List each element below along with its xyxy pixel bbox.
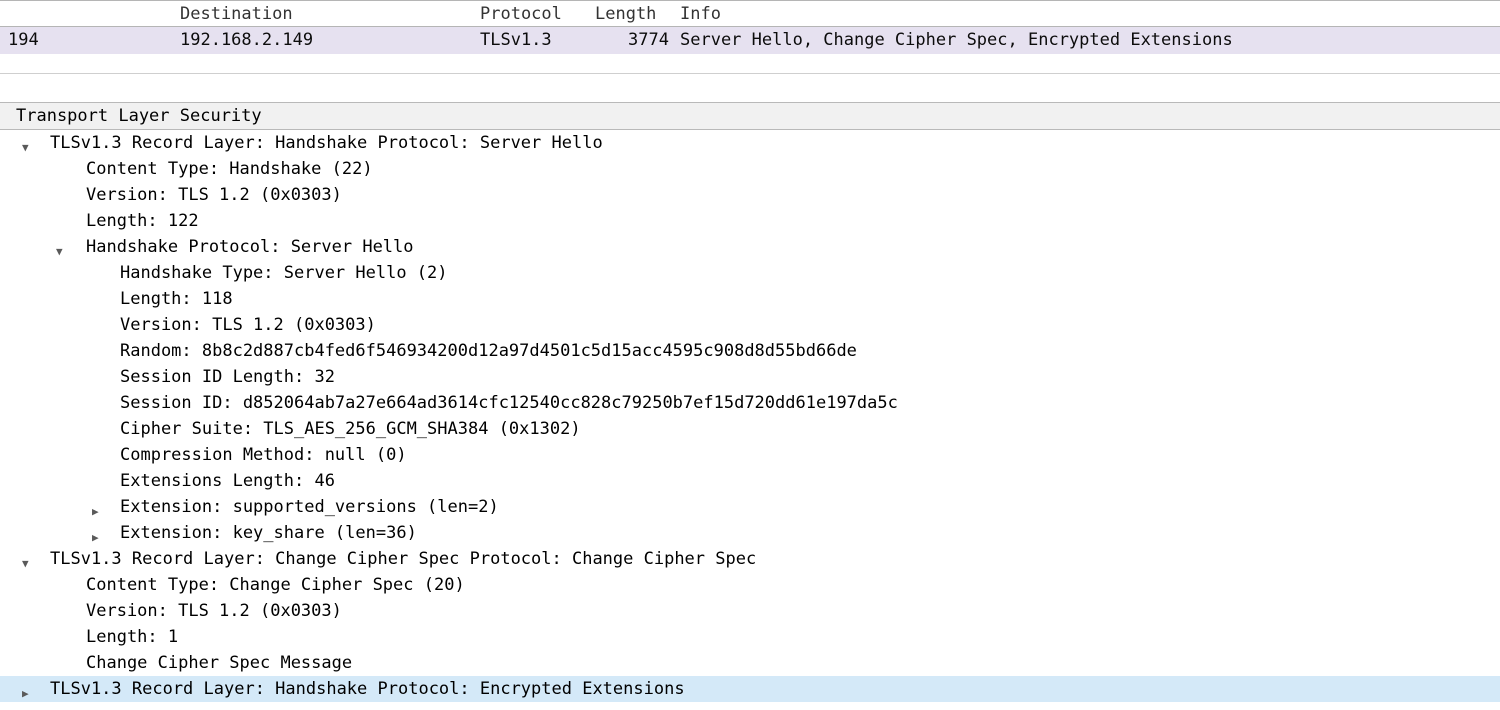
tree-item-label: Change Cipher Spec Message	[86, 650, 352, 676]
tree-item-length[interactable]: Length: 1	[0, 624, 1500, 650]
tree-item-label: Session ID Length: 32	[120, 364, 335, 390]
packet-details: Transport Layer Security TLSv1.3 Record …	[0, 102, 1500, 702]
tree-item-handshake-type[interactable]: Handshake Type: Server Hello (2)	[0, 260, 1500, 286]
cell-protocol: TLSv1.3	[480, 27, 552, 53]
tree-item-label: TLSv1.3 Record Layer: Handshake Protocol…	[50, 130, 603, 156]
tree-item-content-type[interactable]: Content Type: Handshake (22)	[0, 156, 1500, 182]
tree-item-label: Length: 1	[86, 624, 178, 650]
tree-item-extension-key-share[interactable]: Extension: key_share (len=36)	[0, 520, 1500, 546]
tree-item-extensions-length[interactable]: Extensions Length: 46	[0, 468, 1500, 494]
cell-no: 194	[8, 27, 39, 53]
tree-item-label: Extension: key_share (len=36)	[120, 520, 417, 546]
tree-item-label: Session ID: d852064ab7a27e664ad3614cfc12…	[120, 390, 898, 416]
tree-item-content-type[interactable]: Content Type: Change Cipher Spec (20)	[0, 572, 1500, 598]
horizontal-scrollbar[interactable]	[0, 54, 1500, 74]
handshake-protocol[interactable]: Handshake Protocol: Server Hello	[0, 234, 1500, 260]
tree-item-extension-supported-versions[interactable]: Extension: supported_versions (len=2)	[0, 494, 1500, 520]
tree-item-label: Handshake Protocol: Server Hello	[86, 234, 414, 260]
column-header-destination[interactable]: Destination	[180, 1, 293, 27]
column-header-protocol[interactable]: Protocol	[480, 1, 562, 27]
tree-item-handshake-version[interactable]: Version: TLS 1.2 (0x0303)	[0, 312, 1500, 338]
chevron-down-icon[interactable]	[56, 238, 70, 252]
record-layer-encrypted-extensions[interactable]: TLSv1.3 Record Layer: Handshake Protocol…	[0, 676, 1500, 702]
chevron-down-icon[interactable]	[22, 134, 36, 148]
tree-item-label: Random: 8b8c2d887cb4fed6f546934200d12a97…	[120, 338, 857, 364]
tree-item-label: Content Type: Handshake (22)	[86, 156, 373, 182]
tree-item-label: TLSv1.3 Record Layer: Change Cipher Spec…	[50, 546, 756, 572]
tree-item-label: Extension: supported_versions (len=2)	[120, 494, 499, 520]
packet-list-header-row[interactable]: Destination Protocol Length Info	[0, 0, 1500, 27]
tree-item-compression[interactable]: Compression Method: null (0)	[0, 442, 1500, 468]
cell-info: Server Hello, Change Cipher Spec, Encryp…	[680, 27, 1233, 53]
tree-item-label: Handshake Type: Server Hello (2)	[120, 260, 448, 286]
cell-length: 3774	[628, 27, 669, 53]
tree-item-version[interactable]: Version: TLS 1.2 (0x0303)	[0, 598, 1500, 624]
tree-item-cipher-suite[interactable]: Cipher Suite: TLS_AES_256_GCM_SHA384 (0x…	[0, 416, 1500, 442]
tree-item-length[interactable]: Length: 122	[0, 208, 1500, 234]
column-header-info[interactable]: Info	[680, 1, 721, 27]
tree-item-handshake-length[interactable]: Length: 118	[0, 286, 1500, 312]
tree-item-session-id-length[interactable]: Session ID Length: 32	[0, 364, 1500, 390]
tree-item-change-cipher-spec-message[interactable]: Change Cipher Spec Message	[0, 650, 1500, 676]
tree-item-random[interactable]: Random: 8b8c2d887cb4fed6f546934200d12a97…	[0, 338, 1500, 364]
tree-item-label: Cipher Suite: TLS_AES_256_GCM_SHA384 (0x…	[120, 416, 581, 442]
packet-row[interactable]: 194 192.168.2.149 TLSv1.3 3774 Server He…	[0, 27, 1500, 54]
protocol-title[interactable]: Transport Layer Security	[0, 102, 1500, 130]
chevron-right-icon[interactable]	[92, 524, 106, 538]
chevron-right-icon[interactable]	[22, 680, 36, 694]
tree-item-label: Length: 122	[86, 208, 199, 234]
tree-item-label: Version: TLS 1.2 (0x0303)	[86, 598, 342, 624]
tree-item-label: Compression Method: null (0)	[120, 442, 407, 468]
chevron-down-icon[interactable]	[22, 550, 36, 564]
tree-item-label: Extensions Length: 46	[120, 468, 335, 494]
tree-item-label: Version: TLS 1.2 (0x0303)	[120, 312, 376, 338]
tree-item-label: Length: 118	[120, 286, 233, 312]
tree-item-label: TLSv1.3 Record Layer: Handshake Protocol…	[50, 676, 685, 702]
column-header-length[interactable]: Length	[595, 1, 656, 27]
tree-item-label: Version: TLS 1.2 (0x0303)	[86, 182, 342, 208]
tree-item-label: Content Type: Change Cipher Spec (20)	[86, 572, 465, 598]
cell-destination: 192.168.2.149	[180, 27, 313, 53]
tree-item-version[interactable]: Version: TLS 1.2 (0x0303)	[0, 182, 1500, 208]
chevron-right-icon[interactable]	[92, 498, 106, 512]
record-layer-server-hello[interactable]: TLSv1.3 Record Layer: Handshake Protocol…	[0, 130, 1500, 156]
tree-item-session-id[interactable]: Session ID: d852064ab7a27e664ad3614cfc12…	[0, 390, 1500, 416]
record-layer-change-cipher-spec[interactable]: TLSv1.3 Record Layer: Change Cipher Spec…	[0, 546, 1500, 572]
packet-list: Destination Protocol Length Info 194 192…	[0, 0, 1500, 74]
